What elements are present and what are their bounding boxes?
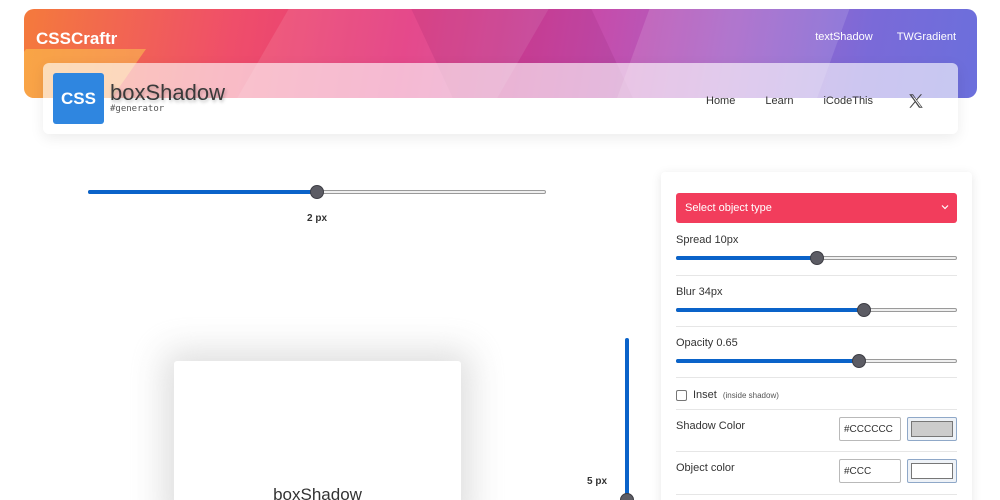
vertical-offset-value: 5 px — [587, 476, 608, 487]
slider-thumb[interactable] — [851, 354, 866, 368]
opacity-label: Opacity 0.65 — [676, 337, 738, 349]
main-nav: Home Learn iCodeThis — [706, 92, 925, 110]
object-color-label: Object color — [676, 462, 735, 474]
x-twitter-icon[interactable] — [907, 92, 925, 110]
divider — [676, 494, 957, 495]
shadow-color-picker[interactable] — [907, 417, 957, 441]
color-swatch — [911, 463, 953, 479]
top-nav: textShadow TWGradient — [815, 31, 956, 43]
horizontal-offset-value: 2 px — [307, 213, 328, 224]
spread-slider[interactable] — [676, 251, 957, 265]
page-subtitle: #generator — [110, 104, 165, 114]
slider-fill — [88, 190, 317, 194]
page-title: boxShadow — [110, 80, 225, 105]
divider — [676, 326, 957, 327]
header-card: CSS boxShadow #generator Home Learn iCod… — [43, 63, 958, 134]
shadow-color-label: Shadow Color — [676, 420, 746, 432]
slider-fill — [676, 359, 859, 363]
divider — [676, 275, 957, 276]
blur-row: Blur 34px — [676, 286, 957, 317]
inset-checkbox[interactable] — [676, 389, 687, 401]
vertical-offset-slider[interactable] — [620, 338, 634, 500]
opacity-row: Opacity 0.65 — [676, 337, 957, 368]
nav-link-textshadow[interactable]: textShadow — [815, 31, 872, 43]
shadow-color-row: Shadow Color #CCCCCC — [676, 417, 957, 443]
preview-label: boxShadow — [273, 485, 362, 500]
shadow-color-input[interactable]: #CCCCCC — [839, 417, 901, 441]
object-type-select[interactable]: Select object type — [676, 193, 957, 223]
nav-link-home[interactable]: Home — [706, 95, 735, 107]
select-label: Select object type — [685, 202, 772, 214]
spread-label: Spread 10px — [676, 234, 739, 246]
chevron-down-icon — [941, 205, 949, 210]
divider — [676, 451, 957, 452]
spread-row: Spread 10px — [676, 234, 957, 265]
slider-thumb[interactable] — [310, 185, 324, 199]
object-color-picker[interactable] — [907, 459, 957, 483]
shadow-preview-box: boxShadow — [174, 361, 461, 500]
slider-thumb[interactable] — [620, 493, 634, 500]
slider-fill — [676, 256, 817, 260]
brand-logo[interactable]: CSSCraftr — [36, 29, 117, 49]
object-color-input[interactable]: #CCC — [839, 459, 901, 483]
divider — [676, 377, 957, 378]
blur-label: Blur 34px — [676, 286, 723, 298]
nav-link-icodethis[interactable]: iCodeThis — [823, 95, 873, 107]
blur-slider[interactable] — [676, 303, 957, 317]
slider-thumb[interactable] — [809, 251, 824, 265]
slider-track — [625, 338, 629, 500]
slider-thumb[interactable] — [857, 303, 872, 317]
slider-fill — [676, 308, 865, 312]
divider — [676, 409, 957, 410]
color-swatch — [911, 421, 953, 437]
inset-label: Inset — [693, 389, 717, 401]
object-color-row: Object color #CCC — [676, 459, 957, 485]
nav-link-learn[interactable]: Learn — [765, 95, 793, 107]
horizontal-offset-slider[interactable] — [88, 185, 546, 199]
nav-link-twgradient[interactable]: TWGradient — [897, 31, 956, 43]
control-panel: Select object type Spread 10px Blur 34px… — [661, 172, 972, 500]
opacity-slider[interactable] — [676, 354, 957, 368]
inset-option[interactable]: Inset (inside shadow) — [676, 389, 779, 401]
inset-hint: (inside shadow) — [722, 390, 779, 400]
css-badge[interactable]: CSS — [53, 73, 104, 124]
